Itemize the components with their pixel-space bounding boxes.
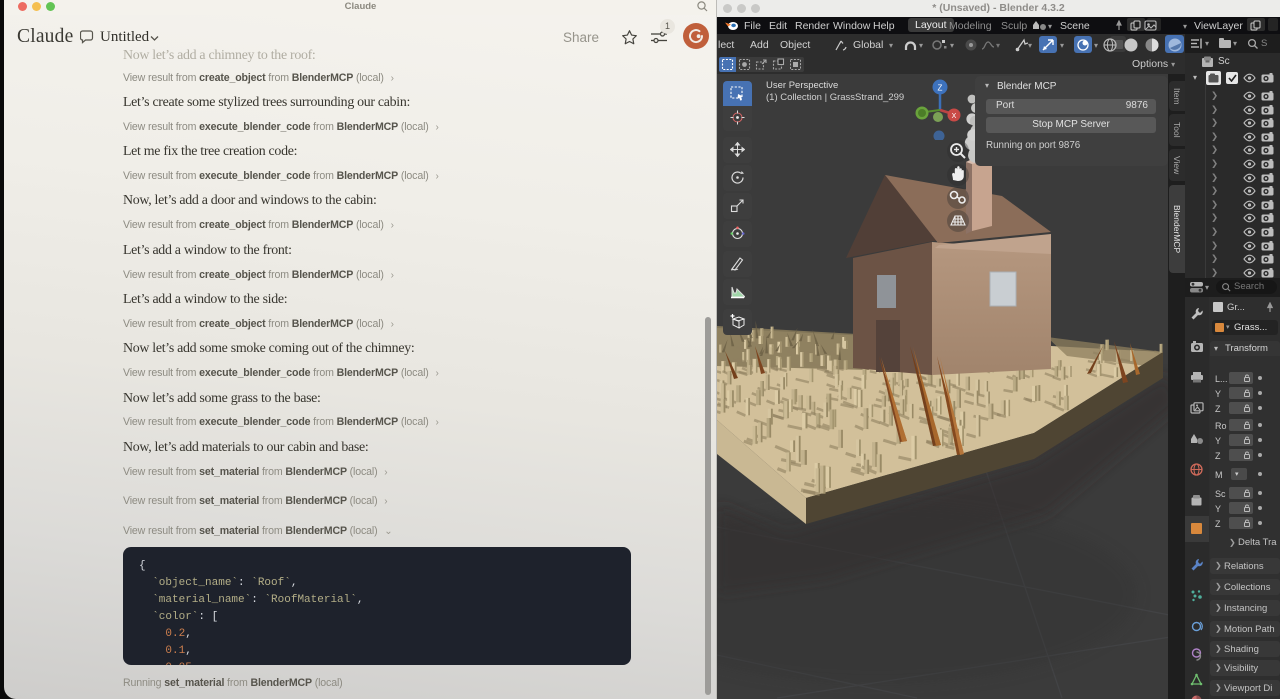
svg-text:X: X (952, 113, 957, 120)
svg-text:Z: Z (938, 84, 943, 93)
